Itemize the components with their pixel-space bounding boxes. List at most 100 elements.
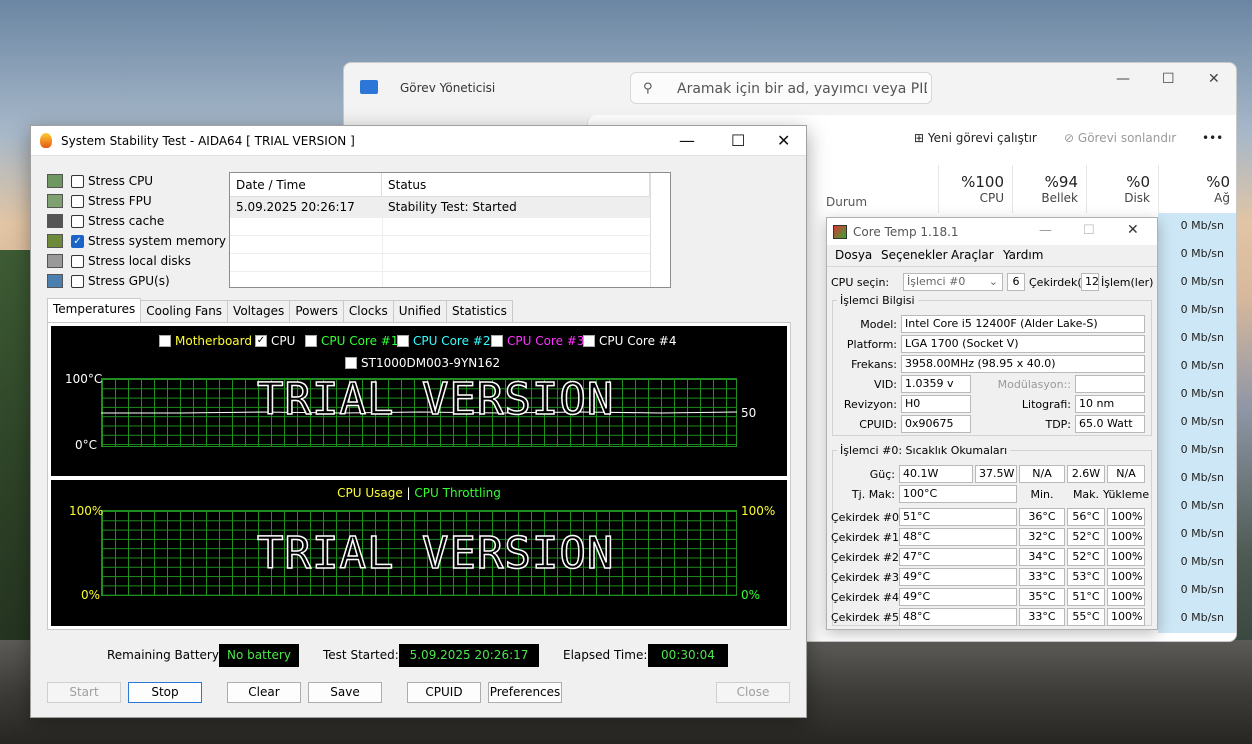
network-column: 0 Mb/sn 0 Mb/sn 0 Mb/sn 0 Mb/sn 0 Mb/sn 0 Mb/… xyxy=(1158,213,1236,633)
network-cell: 0 Mb/sn xyxy=(1180,275,1224,288)
tab-powers[interactable]: Powers xyxy=(289,300,344,322)
cpu-select-dropdown[interactable]: İşlemci #0 ⌄ xyxy=(903,273,1003,291)
power-package: 40.1W xyxy=(899,465,973,483)
more-options-icon[interactable]: ••• xyxy=(1202,131,1223,145)
status-column-header[interactable]: Durum xyxy=(826,195,867,209)
cpu-select-value: İşlemci #0 xyxy=(907,275,966,288)
menu-help[interactable]: Yardım xyxy=(1003,248,1043,262)
tab-unified[interactable]: Unified xyxy=(392,300,447,322)
stress-option-0[interactable]: Stress CPU xyxy=(47,172,153,190)
graph-sensor-checkbox[interactable]: ✓ CPU xyxy=(255,334,295,348)
close-icon[interactable]: ✕ xyxy=(1127,222,1139,238)
graph-sensor-checkbox[interactable]: ST1000DM003-9YN162 xyxy=(345,356,500,370)
preferences-button[interactable]: Preferences xyxy=(488,682,562,703)
stress-checkbox[interactable] xyxy=(71,274,84,288)
stop-button[interactable]: Stop xyxy=(128,682,202,703)
tab-statistics[interactable]: Statistics xyxy=(446,300,513,322)
minimize-icon[interactable]: — xyxy=(679,131,695,150)
tab-cooling-fans[interactable]: Cooling Fans xyxy=(140,300,229,322)
network-cell: 0 Mb/sn xyxy=(1180,499,1224,512)
sensor-checkbox-box[interactable] xyxy=(397,335,409,347)
network-cell: 0 Mb/sn xyxy=(1180,555,1224,568)
core-temperature: 48°C xyxy=(899,528,1017,546)
graph-sensor-checkbox[interactable]: CPU Core #3 xyxy=(491,334,585,348)
stress-checkbox[interactable] xyxy=(71,174,84,188)
temp-current-value: 50 xyxy=(741,406,757,420)
revision-label: Revizyon: xyxy=(843,398,897,411)
sensor-checkbox-box[interactable] xyxy=(491,335,503,347)
close-icon[interactable]: ✕ xyxy=(1208,71,1220,87)
usage-y-top-right: 100% xyxy=(741,504,776,518)
sensor-checkbox-box[interactable]: ✓ xyxy=(255,335,267,347)
column-header-memory[interactable]: %94 Bellek xyxy=(1012,165,1086,213)
task-manager-title: Görev Yöneticisi xyxy=(400,81,496,95)
core-min: 33°C xyxy=(1019,568,1065,586)
end-task-icon: ⊘ xyxy=(1064,131,1075,145)
maximize-icon[interactable]: ☐ xyxy=(731,131,745,150)
run-new-task-button[interactable]: ⊞ Yeni görevi çalıştır xyxy=(914,131,1037,145)
graph-sensor-checkbox[interactable]: Motherboard xyxy=(159,334,252,348)
tab-temperatures[interactable]: Temperatures xyxy=(47,298,142,322)
task-manager-search-input[interactable]: ⚲ Aramak için bir ad, yayımcı veya PID g… xyxy=(630,72,932,104)
stress-option-3[interactable]: ✓ Stress system memory xyxy=(47,232,226,250)
core-name: Çekirdek #2: xyxy=(831,551,903,564)
close-icon[interactable]: ✕ xyxy=(777,131,790,150)
cache-icon xyxy=(47,214,63,228)
column-header-cpu[interactable]: %100 CPU xyxy=(938,165,1012,213)
network-cell: 0 Mb/sn xyxy=(1180,471,1224,484)
stress-option-4[interactable]: Stress local disks xyxy=(47,252,191,270)
sensor-checkbox-box[interactable] xyxy=(583,335,595,347)
maximize-icon[interactable]: ☐ xyxy=(1083,223,1095,238)
menu-tools[interactable]: Araçlar xyxy=(951,248,994,262)
sensor-checkbox-box[interactable] xyxy=(159,335,171,347)
graph-sensor-checkbox[interactable]: CPU Core #1 xyxy=(305,334,399,348)
menu-file[interactable]: Dosya xyxy=(835,248,872,262)
search-icon: ⚲ xyxy=(643,81,653,96)
log-header-datetime[interactable]: Date / Time xyxy=(230,173,382,197)
sensor-checkbox-box[interactable] xyxy=(305,335,317,347)
stress-checkbox[interactable] xyxy=(71,194,84,208)
end-task-button[interactable]: ⊘ Görevi sonlandır xyxy=(1064,131,1176,145)
save-button[interactable]: Save xyxy=(308,682,382,703)
minimize-icon[interactable]: — xyxy=(1116,71,1130,87)
platform-value: LGA 1700 (Socket V) xyxy=(901,335,1145,353)
min-column-header: Min. xyxy=(1030,488,1054,501)
stress-option-5[interactable]: Stress GPU(s) xyxy=(47,272,170,290)
log-gridline xyxy=(230,253,650,254)
disk-label: Disk xyxy=(1124,191,1150,205)
threads-count: 12 xyxy=(1081,273,1099,291)
modulation-label: Modülasyon:: xyxy=(997,378,1071,391)
column-header-network[interactable]: %0 Ağ xyxy=(1158,165,1236,213)
core-load: 100% xyxy=(1107,608,1145,626)
menu-options[interactable]: Seçenekler xyxy=(881,248,948,262)
graph-sensor-checkbox[interactable]: CPU Core #4 xyxy=(583,334,677,348)
log-scrollbar[interactable] xyxy=(650,173,670,287)
cpuid-button[interactable]: CPUID xyxy=(407,682,481,703)
start-button[interactable]: Start xyxy=(47,682,121,703)
core-temperature: 49°C xyxy=(899,568,1017,586)
column-header-disk[interactable]: %0 Disk xyxy=(1086,165,1158,213)
coretemp-app-icon xyxy=(833,225,847,239)
stress-option-1[interactable]: Stress FPU xyxy=(47,192,152,210)
cores-count: 6 xyxy=(1007,273,1025,291)
threads-label: İşlem(ler) xyxy=(1101,276,1154,289)
sensor-checkbox-box[interactable] xyxy=(345,357,357,369)
tab-voltages[interactable]: Voltages xyxy=(227,300,291,322)
usage-legend: CPU Usage | CPU Throttling xyxy=(51,486,787,500)
stress-checkbox[interactable] xyxy=(71,254,84,268)
maximize-icon[interactable]: ☐ xyxy=(1162,71,1175,87)
close-button[interactable]: Close xyxy=(716,682,790,703)
core-max: 55°C xyxy=(1067,608,1105,626)
graph-sensor-checkbox[interactable]: CPU Core #2 xyxy=(397,334,491,348)
minimize-icon[interactable]: — xyxy=(1039,223,1052,238)
trial-watermark: TRIAL VERSION xyxy=(256,527,615,580)
log-header-status[interactable]: Status xyxy=(382,173,650,197)
stress-checkbox[interactable]: ✓ xyxy=(71,234,84,248)
clear-button[interactable]: Clear xyxy=(227,682,301,703)
trial-watermark: TRIAL VERSION xyxy=(256,373,615,426)
run-new-task-label: Yeni görevi çalıştır xyxy=(927,131,1037,145)
tjmax-value: 100°C xyxy=(899,485,1017,503)
tab-clocks[interactable]: Clocks xyxy=(342,300,394,322)
stress-option-2[interactable]: Stress cache xyxy=(47,212,164,230)
stress-checkbox[interactable] xyxy=(71,214,84,228)
